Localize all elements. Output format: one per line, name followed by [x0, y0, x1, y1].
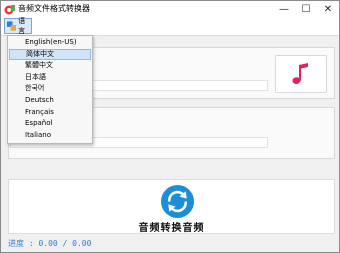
menu-bar: 语言 — [1, 17, 339, 36]
language-option-korean[interactable]: 한국어 — [9, 83, 91, 95]
language-option-simplified-chinese[interactable]: 简体中文 — [9, 48, 91, 61]
music-note-icon — [292, 63, 308, 84]
minimize-button[interactable]: — — [273, 1, 295, 17]
language-dropdown: English(en-US) 简体中文 繁體中文 日本語 한국어 Deutsch… — [7, 35, 93, 144]
language-option-japanese[interactable]: 日本語 — [9, 72, 91, 84]
progress-status: 进度 : 0.00 / 0.00 — [8, 239, 92, 248]
maximize-button[interactable]: ☐ — [295, 1, 317, 17]
language-icon — [7, 21, 17, 31]
add-music-button[interactable] — [275, 55, 327, 93]
title-bar: 音频文件格式转换器 — ☐ ✕ — [1, 1, 339, 18]
close-button[interactable]: ✕ — [317, 1, 339, 17]
language-option-italian[interactable]: Italiano — [9, 130, 91, 142]
language-option-traditional-chinese[interactable]: 繁體中文 — [9, 60, 91, 72]
window-title: 音频文件格式转换器 — [18, 4, 90, 13]
language-menu-button[interactable]: 语言 — [4, 17, 32, 35]
convert-button[interactable]: 音频转换音频 — [8, 179, 335, 234]
app-window: 音频文件格式转换器 — ☐ ✕ 语言 音频转换音频 进度: 0.00 / 0.… — [0, 0, 340, 253]
language-option-french[interactable]: Français — [9, 107, 91, 119]
language-option-spanish[interactable]: Español — [9, 118, 91, 130]
convert-arrows-icon — [160, 184, 195, 219]
convert-button-label: 音频转换音频 — [138, 223, 205, 234]
language-option-english[interactable]: English(en-US) — [9, 37, 91, 49]
language-menu-label: 语言 — [18, 17, 26, 35]
app-icon — [4, 5, 15, 15]
language-option-german[interactable]: Deutsch — [9, 95, 91, 107]
